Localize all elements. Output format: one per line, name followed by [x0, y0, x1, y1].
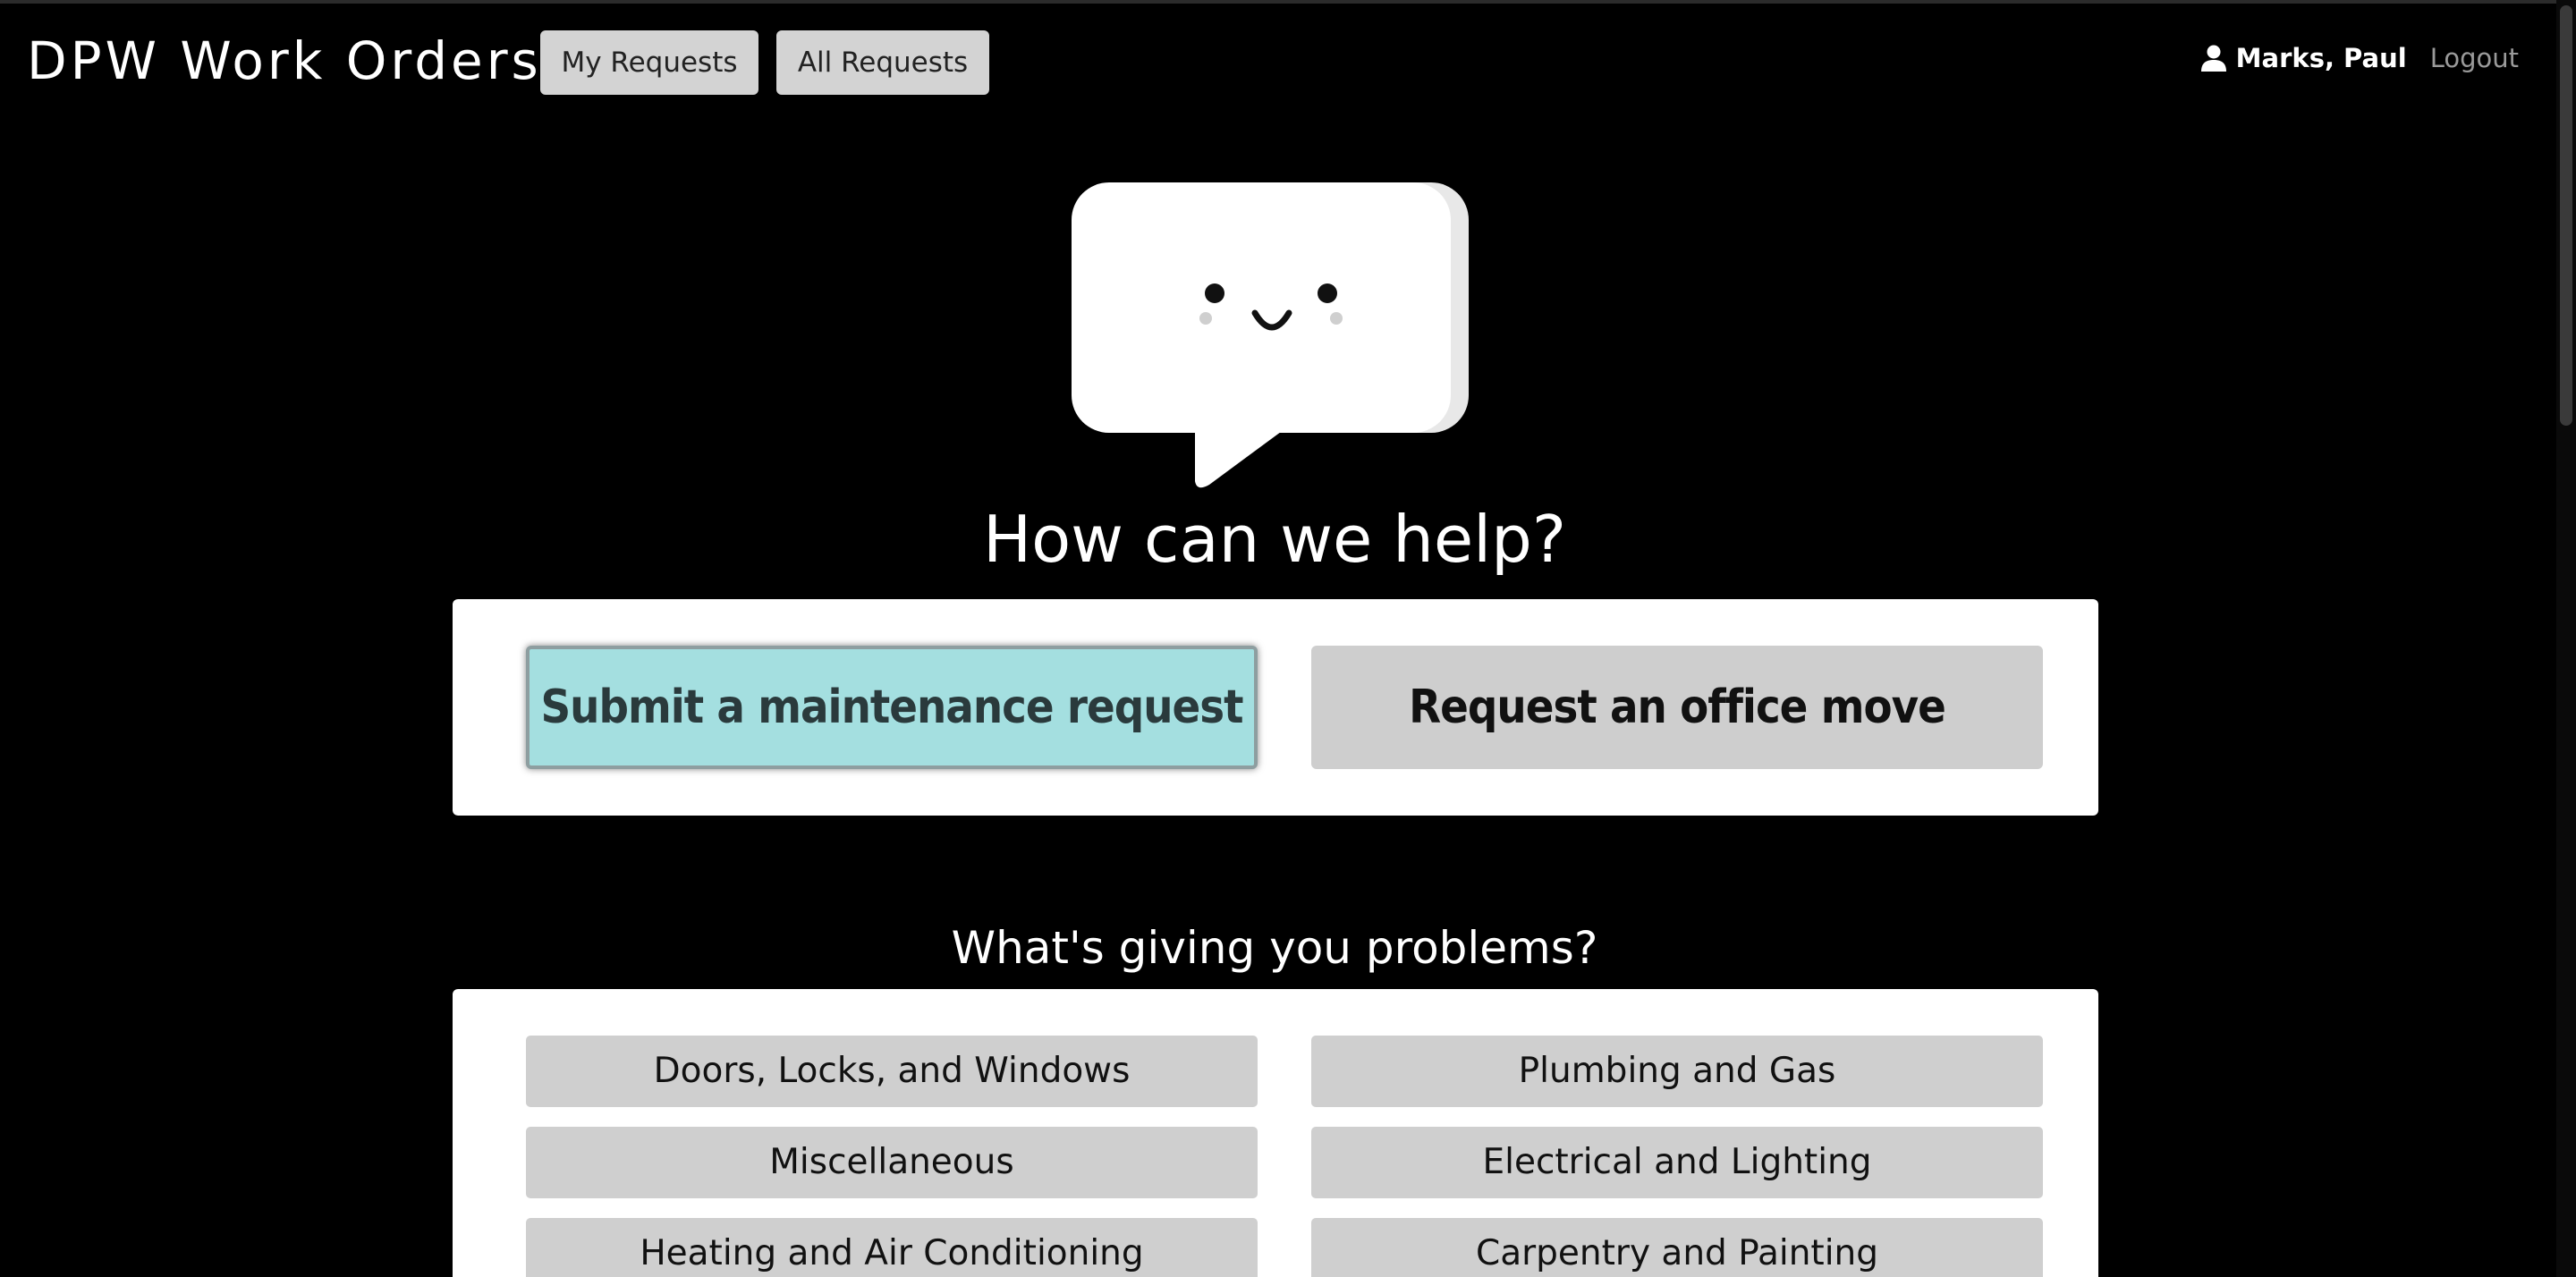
request-office-move-button[interactable]: Request an office move: [1311, 646, 2043, 769]
user-name: Marks, Paul: [2235, 43, 2407, 73]
app-title[interactable]: DPW Work Orders: [27, 25, 542, 97]
category-electrical-lighting-button[interactable]: Electrical and Lighting: [1311, 1127, 2043, 1198]
scrollbar-thumb[interactable]: [2560, 5, 2572, 426]
category-heating-air-conditioning-button[interactable]: Heating and Air Conditioning: [526, 1218, 1258, 1277]
request-type-panel: Submit a maintenance request Request an …: [453, 599, 2098, 816]
category-plumbing-gas-button[interactable]: Plumbing and Gas: [1311, 1036, 2043, 1107]
problem-categories-panel: Doors, Locks, and Windows Plumbing and G…: [453, 989, 2098, 1277]
logout-link[interactable]: Logout: [2430, 43, 2519, 73]
scrollbar[interactable]: [2556, 0, 2576, 1277]
page: DPW Work Orders My Requests All Requests…: [0, 0, 2576, 1277]
category-carpentry-painting-button[interactable]: Carpentry and Painting: [1311, 1218, 2043, 1277]
user-info: Marks, Paul: [2200, 43, 2407, 73]
user-icon: [2200, 45, 2226, 72]
category-miscellaneous-button[interactable]: Miscellaneous: [526, 1127, 1258, 1198]
smiling-speech-bubble-icon: [1072, 182, 1469, 488]
help-heading: How can we help?: [982, 502, 1567, 577]
window-top-edge: [0, 0, 2576, 4]
my-requests-button[interactable]: My Requests: [540, 30, 758, 95]
problems-heading: What's giving you problems?: [951, 922, 1598, 974]
all-requests-button[interactable]: All Requests: [776, 30, 989, 95]
user-menu: Marks, Paul Logout: [2200, 36, 2519, 80]
category-doors-locks-windows-button[interactable]: Doors, Locks, and Windows: [526, 1036, 1258, 1107]
submit-maintenance-request-button[interactable]: Submit a maintenance request: [526, 646, 1258, 769]
